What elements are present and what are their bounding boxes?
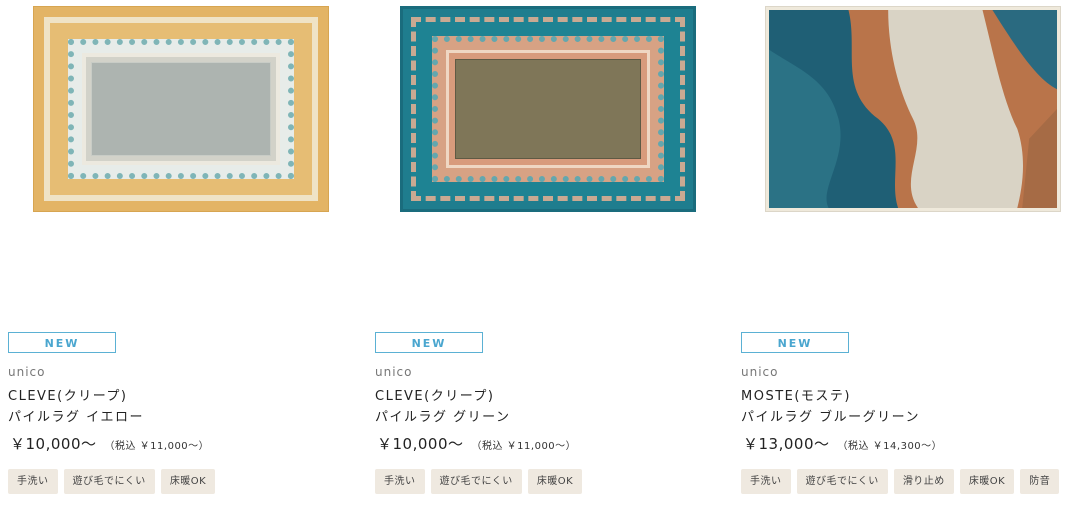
feature-tags: 手洗い 遊び毛でにくい 床暖OK — [8, 469, 216, 494]
feature-tag: 滑り止め — [893, 469, 954, 494]
product-name[interactable]: CLEVE(クリープ) — [375, 385, 495, 404]
product-name[interactable]: MOSTE(モステ) — [741, 385, 851, 404]
brand-name: unico — [8, 365, 46, 379]
price-row: ￥13,000～ （税込 ￥14,300～） — [743, 433, 942, 454]
feature-tag: 手洗い — [375, 469, 425, 494]
feature-tag: 手洗い — [741, 469, 791, 494]
brand-name: unico — [375, 365, 413, 379]
product-subname[interactable]: パイルラグ グリーン — [375, 406, 510, 425]
product-card[interactable]: NEW unico CLEVE(クリープ) パイルラグ グリーン ￥10,000… — [375, 0, 725, 510]
price: ￥13,000～ — [743, 435, 830, 453]
feature-tag: 手洗い — [8, 469, 58, 494]
feature-tag: 防音 — [1020, 469, 1060, 494]
product-card[interactable]: NEW unico MOSTE(モステ) パイルラグ ブルーグリーン ￥13,0… — [741, 0, 1080, 510]
feature-tag: 床暖OK — [959, 469, 1015, 494]
product-grid: NEW unico CLEVE(クリープ) パイルラグ イエロー ￥10,000… — [0, 0, 1080, 510]
price: ￥10,000～ — [377, 435, 464, 453]
product-subname[interactable]: パイルラグ イエロー — [8, 406, 144, 425]
price-row: ￥10,000～ （税込 ￥11,000～） — [377, 433, 576, 454]
rug-abstract-image — [765, 6, 1061, 212]
product-image-link[interactable] — [375, 0, 725, 320]
feature-tag: 床暖OK — [527, 469, 583, 494]
brand-name: unico — [741, 365, 779, 379]
price-with-tax: （税込 ￥11,000～） — [471, 441, 577, 452]
feature-tag: 遊び毛でにくい — [430, 469, 522, 494]
feature-tag: 床暖OK — [160, 469, 216, 494]
price: ￥10,000～ — [10, 435, 97, 453]
product-image-link[interactable] — [8, 0, 358, 320]
new-badge: NEW — [375, 332, 483, 353]
rug-teal-image — [400, 6, 696, 212]
price-with-tax: （税込 ￥11,000～） — [104, 441, 210, 452]
product-name[interactable]: CLEVE(クリープ) — [8, 385, 128, 404]
feature-tags: 手洗い 遊び毛でにくい 滑り止め 床暖OK 防音 — [741, 469, 1060, 494]
price-with-tax: （税込 ￥14,300～） — [837, 441, 943, 452]
product-image-link[interactable] — [741, 0, 1080, 320]
new-badge: NEW — [8, 332, 116, 353]
rug-yellow-image — [33, 6, 329, 212]
rug-abstract-pattern — [769, 10, 1057, 208]
product-subname[interactable]: パイルラグ ブルーグリーン — [741, 406, 920, 425]
price-row: ￥10,000～ （税込 ￥11,000～） — [10, 433, 209, 454]
feature-tag: 遊び毛でにくい — [63, 469, 155, 494]
feature-tag: 遊び毛でにくい — [796, 469, 888, 494]
feature-tags: 手洗い 遊び毛でにくい 床暖OK — [375, 469, 583, 494]
new-badge: NEW — [741, 332, 849, 353]
product-card[interactable]: NEW unico CLEVE(クリープ) パイルラグ イエロー ￥10,000… — [8, 0, 358, 510]
